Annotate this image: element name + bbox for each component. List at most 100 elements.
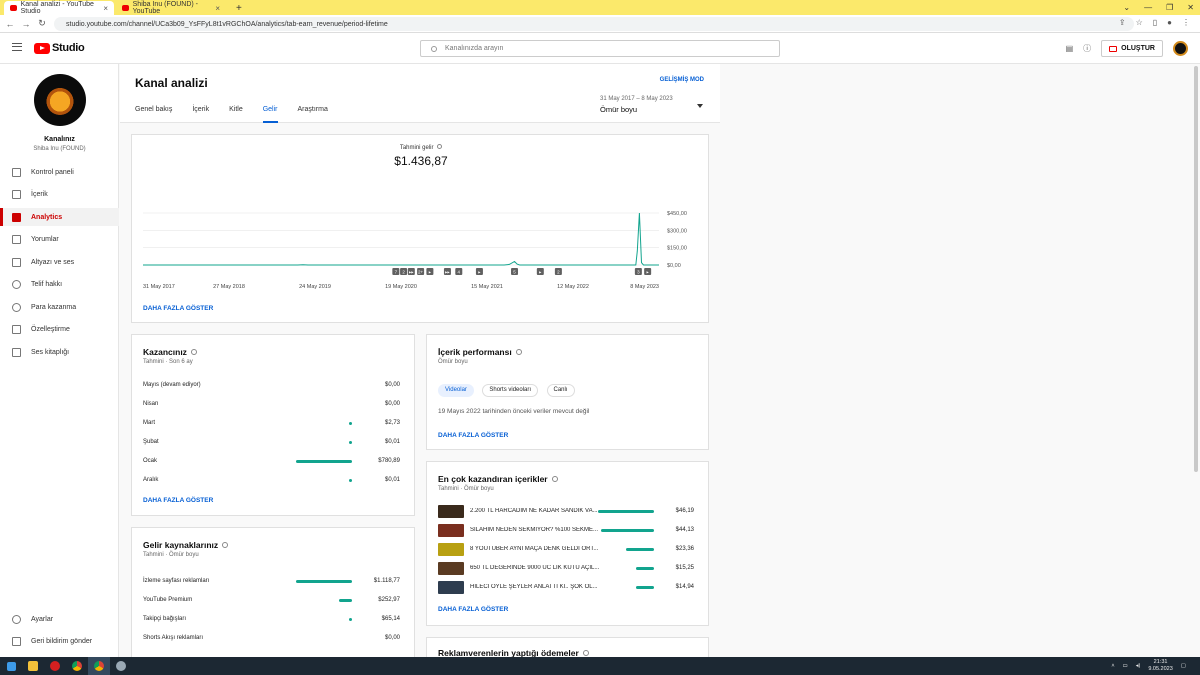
annotation-marker[interactable]: ▸▸	[407, 268, 415, 275]
annotation-marker[interactable]: ▸	[644, 268, 652, 275]
show-more-earnings-link[interactable]: DAHA FAZLA GÖSTER	[143, 497, 213, 504]
sidebar-item-monetization[interactable]: Para kazanma	[0, 298, 119, 316]
app-misc-icon[interactable]	[110, 657, 132, 675]
video-row[interactable]: SİLAHIM NEDEN SEKMİYOR? %100 SEKME... $44…	[438, 523, 694, 537]
annotation-marker[interactable]: ▸	[426, 268, 434, 275]
volume-icon[interactable]: ◂)	[1136, 663, 1141, 669]
create-button[interactable]: OLUŞTUR	[1101, 40, 1163, 57]
video-row[interactable]: 2.200 TL HARCADIM NE KADAR SANDIK VA... $…	[438, 504, 694, 518]
sidebar-item-copyright[interactable]: Telif hakkı	[0, 275, 119, 293]
chrome-icon[interactable]	[66, 657, 88, 675]
video-thumbnail[interactable]	[438, 523, 464, 537]
annotation-marker[interactable]: 2	[554, 268, 562, 275]
tab-audience[interactable]: Kitle	[229, 106, 253, 123]
app-red-icon[interactable]	[44, 657, 66, 675]
video-title[interactable]: SİLAHIM NEDEN SEKMİYOR? %100 SEKME...	[470, 527, 601, 533]
close-tab-icon[interactable]: ×	[215, 4, 220, 13]
annotation-marker[interactable]: 4	[455, 268, 463, 275]
new-tab-button[interactable]: +	[230, 1, 248, 15]
sidebar-item-content[interactable]: İçerik	[0, 185, 119, 203]
show-more-top-content-link[interactable]: DAHA FAZLA GÖSTER	[438, 606, 508, 613]
network-icon[interactable]: ▭	[1123, 663, 1128, 669]
search-input[interactable]: Kanalınızda arayın	[420, 40, 780, 57]
reload-icon[interactable]: ↻	[34, 18, 50, 29]
chip-shorts[interactable]: Shorts videoları	[482, 383, 539, 397]
clock[interactable]: 21:31 9.05.2023	[1148, 659, 1172, 673]
annotation-marker[interactable]: 7	[392, 268, 400, 275]
sidebar-panel-icon[interactable]: ▯	[1153, 18, 1157, 27]
video-thumbnail[interactable]	[438, 542, 464, 556]
sidebar-item-settings[interactable]: Ayarlar	[0, 610, 119, 628]
advanced-mode-button[interactable]: GELİŞMİŞ MOD	[660, 77, 704, 83]
minimize-icon[interactable]: —	[1144, 3, 1152, 12]
sidebar-item-dashboard[interactable]: Kontrol paneli	[0, 163, 119, 181]
chip-live[interactable]: Canlı	[546, 383, 575, 397]
video-title[interactable]: 650 TL DEĞERİNDE 9000 UC LİK KUTU AÇIL..…	[470, 565, 636, 571]
address-bar[interactable]: studio.youtube.com/channel/UCa3b09_YsFFy…	[54, 17, 1134, 31]
forward-icon[interactable]: →	[18, 19, 34, 29]
page-scrollbar[interactable]	[1194, 66, 1198, 472]
windows-start-icon[interactable]	[0, 657, 22, 675]
info-icon[interactable]	[515, 349, 522, 355]
video-thumbnail[interactable]	[438, 504, 464, 518]
close-tab-icon[interactable]: ×	[103, 4, 108, 13]
sidebar-item-audio-library[interactable]: Ses kitaplığı	[0, 343, 119, 361]
menu-dots-icon[interactable]: ⋮	[1182, 18, 1190, 27]
tab-content[interactable]: İçerik	[192, 106, 219, 123]
annotation-marker[interactable]: ▸	[475, 268, 483, 275]
info-icon[interactable]	[190, 349, 197, 355]
period-selector[interactable]: 31 May 2017 – 8 May 2023 Ömür boyu	[600, 96, 703, 114]
info-icon[interactable]	[437, 144, 443, 149]
browser-tab-channel[interactable]: Shiba Inu (FOUND) - YouTube ×	[116, 1, 226, 15]
windows-taskbar: ˄ ▭ ◂) 21:31 9.05.2023 ▢	[0, 657, 1200, 675]
tab-overview[interactable]: Genel bakış	[135, 106, 182, 123]
revenue-series-line[interactable]	[143, 212, 659, 266]
sidebar-item-customization[interactable]: Özelleştirme	[0, 320, 119, 338]
show-more-revenue-link[interactable]: DAHA FAZLA GÖSTER	[143, 305, 213, 312]
annotation-marker[interactable]: 5	[511, 268, 519, 275]
annotation-marker[interactable]: ▸	[536, 268, 544, 275]
file-explorer-icon[interactable]	[22, 657, 44, 675]
channel-avatar[interactable]	[34, 74, 86, 126]
annotation-marker[interactable]: 2+	[417, 268, 425, 275]
info-icon[interactable]	[582, 650, 589, 656]
share-icon[interactable]: ⇪	[1119, 18, 1126, 27]
tab-search-icon[interactable]: ⌄	[1123, 3, 1130, 12]
help-icon[interactable]: ⓘ	[1083, 43, 1091, 54]
video-row[interactable]: 650 TL DEĞERİNDE 9000 UC LİK KUTU AÇIL..…	[438, 561, 694, 575]
messages-icon[interactable]: ▤	[1066, 44, 1074, 53]
annotation-marker[interactable]: ▸▸	[443, 268, 451, 275]
menu-hamburger-icon[interactable]	[12, 43, 22, 51]
video-row[interactable]: HİLECİ ÖYLE ŞEYLER ANLATTI Kİ.. ŞOK OL..…	[438, 580, 694, 594]
sidebar-item-comments[interactable]: Yorumlar	[0, 230, 119, 248]
tray-arrow-icon[interactable]: ˄	[1111, 663, 1114, 669]
info-icon[interactable]	[551, 476, 558, 482]
notifications-icon[interactable]: ▢	[1181, 663, 1186, 669]
sidebar-item-feedback[interactable]: Geri bildirim gönder	[0, 632, 119, 650]
video-title[interactable]: HİLECİ ÖYLE ŞEYLER ANLATTI Kİ.. ŞOK OL..…	[470, 584, 636, 590]
browser-tab-studio[interactable]: Kanal analizi - YouTube Studio ×	[4, 1, 114, 15]
annotation-marker[interactable]: 3	[634, 268, 642, 275]
bookmark-star-icon[interactable]: ☆	[1136, 18, 1143, 27]
video-title[interactable]: 2.200 TL HARCADIM NE KADAR SANDIK VA...	[470, 508, 598, 514]
chip-videos[interactable]: Videolar	[438, 383, 474, 397]
account-avatar[interactable]	[1173, 41, 1188, 56]
restore-icon[interactable]: ❐	[1166, 3, 1173, 12]
annotation-marker[interactable]: 2	[400, 268, 408, 275]
video-thumbnail[interactable]	[438, 561, 464, 575]
revenue-line-chart[interactable]: $450,00 $300,00 $150,00 $0,00 31 May 2017 27 …	[132, 203, 710, 295]
profile-icon[interactable]: ●	[1167, 18, 1172, 27]
tab-research[interactable]: Araştırma	[298, 106, 338, 123]
sidebar-item-analytics[interactable]: Analytics	[0, 208, 119, 226]
chrome-active-icon[interactable]	[88, 657, 110, 675]
info-icon[interactable]	[222, 542, 229, 548]
show-more-content-link[interactable]: DAHA FAZLA GÖSTER	[438, 432, 508, 439]
video-title[interactable]: 8 YOUTUBER AYNI MAÇA DENK GELDİ ORT...	[470, 546, 626, 552]
tab-revenue[interactable]: Gelir	[262, 106, 278, 123]
video-row[interactable]: 8 YOUTUBER AYNI MAÇA DENK GELDİ ORT... $2…	[438, 542, 694, 556]
studio-logo[interactable]: Studio	[34, 42, 85, 54]
video-thumbnail[interactable]	[438, 580, 464, 594]
window-close-icon[interactable]: ✕	[1187, 3, 1194, 12]
back-icon[interactable]: ←	[2, 19, 18, 29]
sidebar-item-subtitles[interactable]: Altyazı ve ses	[0, 253, 119, 271]
